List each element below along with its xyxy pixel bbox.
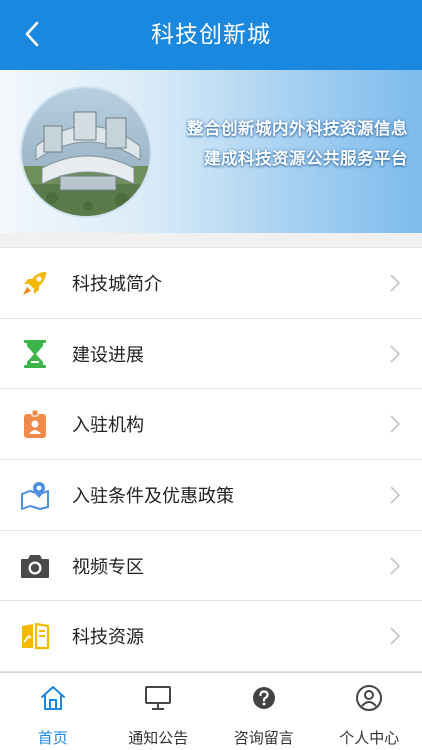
menu-item-institutions[interactable]: 入驻机构 (0, 389, 422, 461)
tab-label: 个人中心 (339, 729, 400, 747)
bottom-tab-bar: 首页 通知公告 咨询留言 个人中心 (0, 672, 422, 750)
tab-notices[interactable]: 通知公告 (106, 673, 212, 750)
chevron-right-icon (390, 557, 401, 579)
feature-menu: 科技城简介 建设进展 入驻机构 入驻条件及优惠政策 视频专区 科技资源 (0, 247, 422, 673)
user-icon (355, 683, 383, 713)
rocket-icon (20, 268, 50, 298)
menu-item-label: 视频专区 (72, 556, 144, 578)
banner-line-2: 建成科技资源公共服务平台 (204, 149, 408, 168)
open-book-icon (20, 621, 50, 651)
tab-label: 通知公告 (128, 729, 189, 747)
page-title: 科技创新城 (151, 22, 271, 48)
tab-home[interactable]: 首页 (0, 673, 106, 750)
camera-icon (20, 551, 50, 581)
home-icon (40, 683, 66, 713)
chevron-right-icon (390, 627, 401, 649)
menu-item-label: 入驻条件及优惠政策 (72, 485, 234, 507)
menu-item-resources[interactable]: 科技资源 (0, 601, 422, 673)
menu-item-progress[interactable]: 建设进展 (0, 319, 422, 390)
tab-label: 咨询留言 (233, 729, 294, 747)
hero-banner: 整合创新城内外科技资源信息 建成科技资源公共服务平台 (0, 70, 422, 233)
menu-item-videos[interactable]: 视频专区 (0, 531, 422, 602)
chevron-right-icon (390, 415, 401, 437)
menu-item-label: 科技城简介 (72, 273, 162, 295)
monitor-icon (144, 683, 172, 713)
chevron-right-icon (390, 486, 401, 508)
menu-item-policies[interactable]: 入驻条件及优惠政策 (0, 460, 422, 531)
menu-item-label: 建设进展 (72, 344, 144, 366)
chevron-right-icon (390, 345, 401, 367)
menu-item-label: 入驻机构 (72, 415, 144, 437)
tab-label: 首页 (37, 729, 68, 747)
menu-item-intro[interactable]: 科技城简介 (0, 248, 422, 319)
banner-line-1: 整合创新城内外科技资源信息 (187, 119, 408, 138)
tab-profile[interactable]: 个人中心 (317, 673, 422, 750)
menu-item-label: 科技资源 (72, 627, 144, 649)
banner-slogan: 整合创新城内外科技资源信息 建成科技资源公共服务平台 (187, 114, 408, 174)
app-header: 科技创新城 (0, 0, 422, 70)
badge-icon (20, 409, 50, 439)
map-pin-icon (20, 480, 50, 510)
hourglass-icon (20, 339, 50, 369)
campus-aerial-image (20, 86, 152, 218)
chevron-right-icon (390, 274, 401, 296)
tab-consult[interactable]: 咨询留言 (211, 673, 317, 750)
question-icon (251, 683, 277, 713)
